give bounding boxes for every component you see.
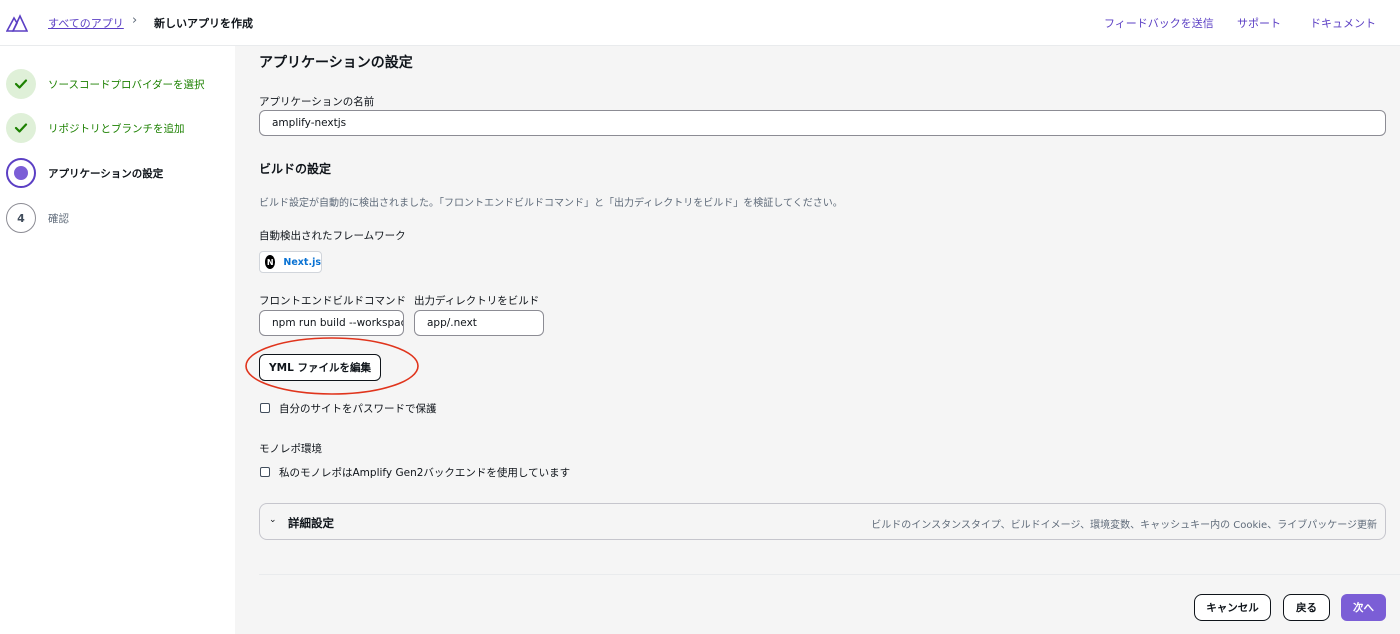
output-dir-label: 出力ディレクトリをビルド	[414, 295, 540, 307]
build-command-label: フロントエンドビルドコマンド	[259, 295, 406, 307]
nextjs-logo-icon: N	[265, 255, 276, 269]
framework-name: Next.js	[283, 256, 321, 268]
support-link[interactable]: サポート	[1237, 15, 1281, 31]
password-protect-checkbox[interactable]	[260, 403, 270, 413]
framework-badge: N Next.js	[259, 251, 322, 273]
breadcrumb-current: 新しいアプリを作成	[154, 17, 253, 30]
wizard-steps: ソースコードプロバイダーを選択 リポジトリとブランチを追加 アプリケーションの設…	[0, 46, 235, 634]
build-settings-description: ビルド設定が自動的に検出されました。「フロントエンドビルドコマンド」と「出力ディ…	[259, 198, 843, 209]
monorepo-checkbox[interactable]	[260, 467, 270, 477]
current-step-indicator	[6, 158, 36, 188]
app-name-input[interactable]: amplify-nextjs	[259, 110, 1386, 136]
next-button[interactable]: 次へ	[1341, 594, 1386, 621]
main-panel: アプリケーションの設定 アプリケーションの名前 amplify-nextjs ビ…	[235, 46, 1400, 634]
step-review[interactable]: 4 確認	[6, 203, 231, 233]
edit-yml-button[interactable]: YML ファイルを編集	[259, 354, 381, 381]
build-settings-heading: ビルドの設定	[259, 162, 332, 176]
advanced-settings-title: 詳細設定	[288, 516, 334, 530]
amplify-logo-icon[interactable]	[6, 12, 28, 32]
password-protect-label: 自分のサイトをパスワードで保護	[279, 403, 437, 415]
monorepo-heading: モノレポ環境	[259, 443, 322, 455]
documentation-link[interactable]: ドキュメント	[1310, 15, 1376, 31]
advanced-settings-expander[interactable]: ⌄ 詳細設定 ビルドのインスタンスタイプ、ビルドイメージ、環境変数、キャッシュキ…	[259, 503, 1386, 540]
cancel-button[interactable]: キャンセル	[1194, 594, 1271, 621]
step-source-provider[interactable]: ソースコードプロバイダーを選択	[6, 69, 231, 99]
feedback-link[interactable]: フィードバックを送信	[1104, 15, 1214, 31]
back-button[interactable]: 戻る	[1283, 594, 1330, 621]
breadcrumb-all-apps[interactable]: すべてのアプリ	[48, 15, 124, 31]
check-icon	[6, 69, 36, 99]
step-label: ソースコードプロバイダーを選択	[48, 79, 205, 91]
step-app-settings[interactable]: アプリケーションの設定	[6, 158, 231, 188]
page-title: アプリケーションの設定	[259, 55, 413, 71]
divider	[259, 574, 1400, 575]
app-name-label: アプリケーションの名前	[259, 96, 375, 108]
monorepo-checkbox-label: 私のモノレポはAmplify Gen2バックエンドを使用しています	[279, 467, 571, 479]
top-nav: すべてのアプリ › 新しいアプリを作成 フィードバックを送信 サポート ドキュメ…	[0, 0, 1400, 46]
advanced-settings-description: ビルドのインスタンスタイプ、ビルドイメージ、環境変数、キャッシュキー内の Coo…	[871, 520, 1377, 531]
step-number: 4	[6, 203, 36, 233]
check-icon	[6, 113, 36, 143]
breadcrumb-separator: ›	[132, 13, 138, 28]
step-repository-branch[interactable]: リポジトリとブランチを追加	[6, 113, 231, 143]
chevron-down-icon: ⌄	[269, 515, 277, 525]
step-label: 確認	[48, 213, 69, 225]
framework-label: 自動検出されたフレームワーク	[259, 230, 406, 242]
output-dir-input[interactable]: app/.next	[414, 310, 544, 336]
build-command-input[interactable]: npm run build --workspace	[259, 310, 404, 336]
step-label: リポジトリとブランチを追加	[48, 123, 185, 135]
step-label: アプリケーションの設定	[48, 168, 164, 180]
